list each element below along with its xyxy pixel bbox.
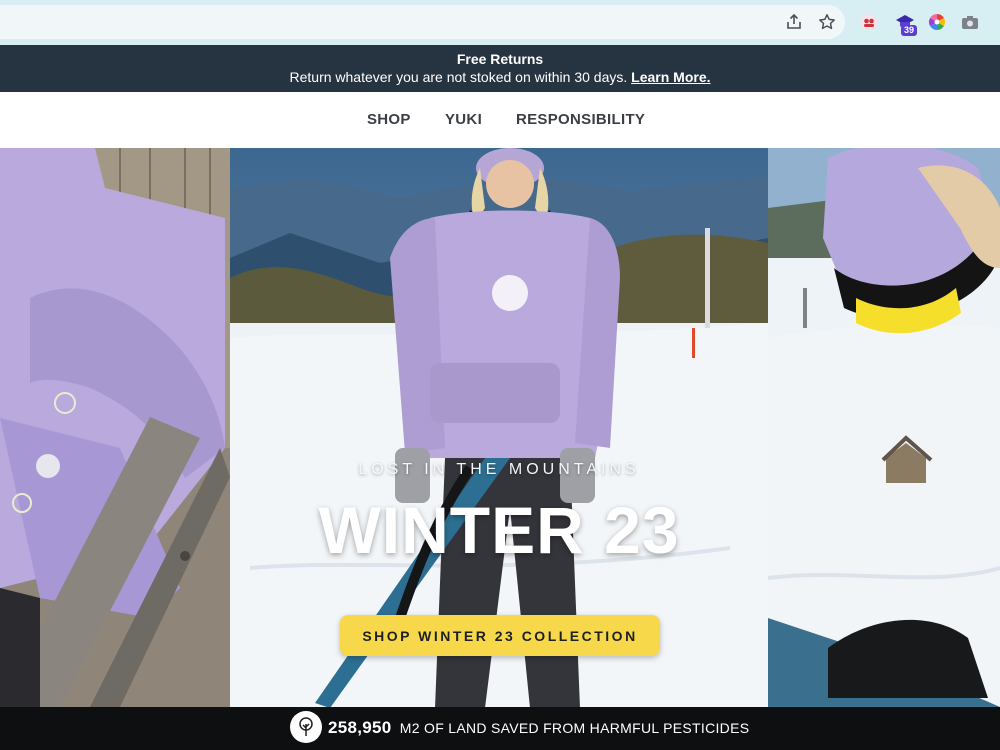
nav-item-responsibility[interactable]: RESPONSIBILITY	[516, 111, 645, 128]
hero-photo-right	[768, 148, 1000, 707]
impact-count: 258,950	[328, 718, 392, 737]
address-bar[interactable]	[0, 5, 845, 39]
hero-eyebrow: LOST IN THE MOUNTAINS	[358, 461, 640, 478]
star-icon[interactable]	[815, 10, 839, 34]
share-icon[interactable]	[782, 10, 806, 34]
announcement-message-line: Return whatever you are not stoked on wi…	[0, 69, 1000, 85]
shop-collection-button[interactable]: SHOP WINTER 23 COLLECTION	[340, 615, 660, 656]
nav-item-shop[interactable]: SHOP	[367, 111, 411, 128]
extension-badge: 39	[901, 25, 918, 36]
announcement-bar: Free Returns Return whatever you are not…	[0, 45, 1000, 92]
learn-more-link[interactable]: Learn More.	[631, 69, 710, 85]
hero-photo-left	[0, 148, 230, 707]
nav-item-yuki[interactable]: YUKI	[445, 111, 482, 128]
impact-label: M2 OF LAND SAVED FROM HARMFUL PESTICIDES	[399, 720, 750, 736]
extension-color-wheel-icon[interactable]	[925, 10, 949, 34]
impact-message: 258,950 M2 OF LAND SAVED FROM HARMFUL PE…	[328, 718, 749, 738]
camera-icon[interactable]	[958, 10, 982, 34]
announcement-message: Return whatever you are not stoked on wi…	[289, 69, 628, 85]
tree-icon	[290, 711, 322, 743]
extension-people-icon[interactable]	[857, 10, 881, 34]
browser-toolbar: 39	[0, 0, 1000, 45]
impact-bar: 258,950 M2 OF LAND SAVED FROM HARMFUL PE…	[0, 707, 1000, 750]
hero-title: WINTER 23	[318, 493, 680, 567]
main-nav: SHOP YUKI RESPONSIBILITY	[0, 92, 1000, 148]
announcement-title: Free Returns	[456, 51, 544, 67]
hero-banner: LOST IN THE MOUNTAINS WINTER 23 SHOP WIN…	[0, 148, 1000, 707]
